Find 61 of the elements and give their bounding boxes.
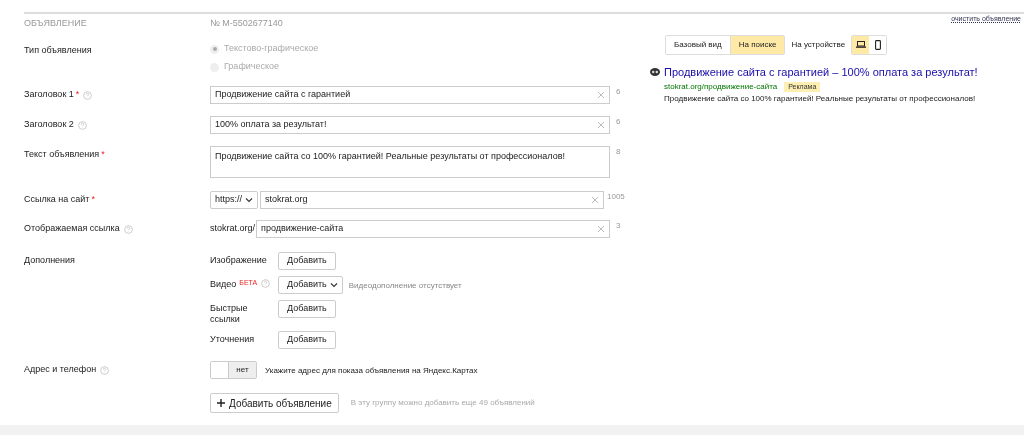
protocol-dropdown[interactable]: https:// (210, 191, 258, 209)
char-counter: 6 (616, 86, 621, 98)
char-counter: 1005 (607, 191, 625, 203)
field-label: Ссылка на сайт (24, 193, 90, 207)
field-label: Тип объявления (24, 44, 92, 58)
text-field[interactable]: 100% оплата за результат! (210, 116, 610, 134)
address-toggle[interactable]: нет (210, 361, 257, 379)
field-label: Дополнения (24, 254, 75, 268)
clear-icon[interactable] (597, 91, 605, 99)
clear-icon[interactable] (597, 225, 606, 233)
add-button[interactable]: Добавить (278, 252, 336, 270)
field-label: Заголовок 2 (24, 118, 74, 132)
extra-label: Уточнения (210, 334, 256, 345)
section-title: ОБЪЯВЛЕНИЕ (24, 17, 88, 31)
required-mark: * (91, 193, 95, 207)
laptop-button[interactable] (852, 35, 870, 54)
url-prefix: stokrat.org/ (210, 222, 256, 236)
radio-label: Текстово-графическое (224, 42, 319, 56)
help-icon[interactable] (261, 279, 271, 288)
field-label: Текст объявления (24, 148, 100, 162)
text-field[interactable]: Продвижение сайта с гарантией (210, 86, 610, 104)
add-ad-button[interactable]: Добавить объявление (210, 393, 339, 413)
view-tab[interactable]: На поиске (729, 35, 785, 54)
plus-icon (217, 399, 225, 407)
extra-label: Изображение (210, 255, 268, 266)
char-counter: 8 (616, 146, 621, 158)
add-button[interactable]: Добавить (278, 300, 336, 318)
add-button[interactable]: Добавить (278, 276, 343, 294)
help-icon[interactable] (77, 120, 87, 130)
clear-icon[interactable] (591, 196, 599, 204)
add-button[interactable]: Добавить (278, 331, 336, 349)
extra-label: Быстрые ссылки (210, 303, 249, 325)
footer-note: В эту группу можно добавить еще 49 объявлений (350, 397, 535, 409)
text-field[interactable]: Продвижение сайта со 100% гарантией! Реальные результаты от профессионалов! (210, 146, 610, 178)
ad-url: stokrat.org/продвижение-сайта (664, 81, 778, 93)
required-mark: * (75, 88, 80, 102)
help-icon[interactable] (123, 224, 133, 234)
favicon-icon (650, 67, 660, 76)
ad-text: Продвижение сайта со 100% гарантией! Реальные результаты от профессионалов! (664, 93, 977, 105)
char-counter: 3 (616, 220, 621, 232)
required-mark: * (101, 148, 105, 162)
help-icon[interactable] (83, 90, 93, 100)
ad-title-link[interactable]: Продвижение сайта с гарантией – 100% оплата за результат! (664, 63, 978, 80)
extra-note: Видеодополнение отсутствует (348, 280, 462, 292)
device-label: На устройстве (791, 38, 846, 51)
display-url-field[interactable]: продвижение-сайта (256, 220, 611, 238)
clear-icon[interactable] (597, 121, 605, 129)
laptop-icon (855, 41, 866, 48)
help-icon[interactable] (100, 365, 110, 375)
radio-label: Графическое (224, 60, 280, 74)
field-label: Заголовок 1 (24, 88, 74, 102)
caret-icon (245, 197, 253, 203)
phone-icon (874, 39, 881, 50)
caret-icon (329, 282, 338, 288)
field-label: Отображаемая ссылка (24, 222, 120, 236)
ad-number: № M-5502677140 (210, 17, 283, 31)
toggle-note: Укажите адрес для показа объявления на Яндекс.Картах (265, 365, 478, 377)
extra-label: Видео (210, 279, 237, 290)
url-field[interactable]: stokrat.org (260, 191, 604, 209)
field-label: Адрес и телефон (24, 363, 97, 377)
char-counter: 6 (616, 116, 621, 128)
